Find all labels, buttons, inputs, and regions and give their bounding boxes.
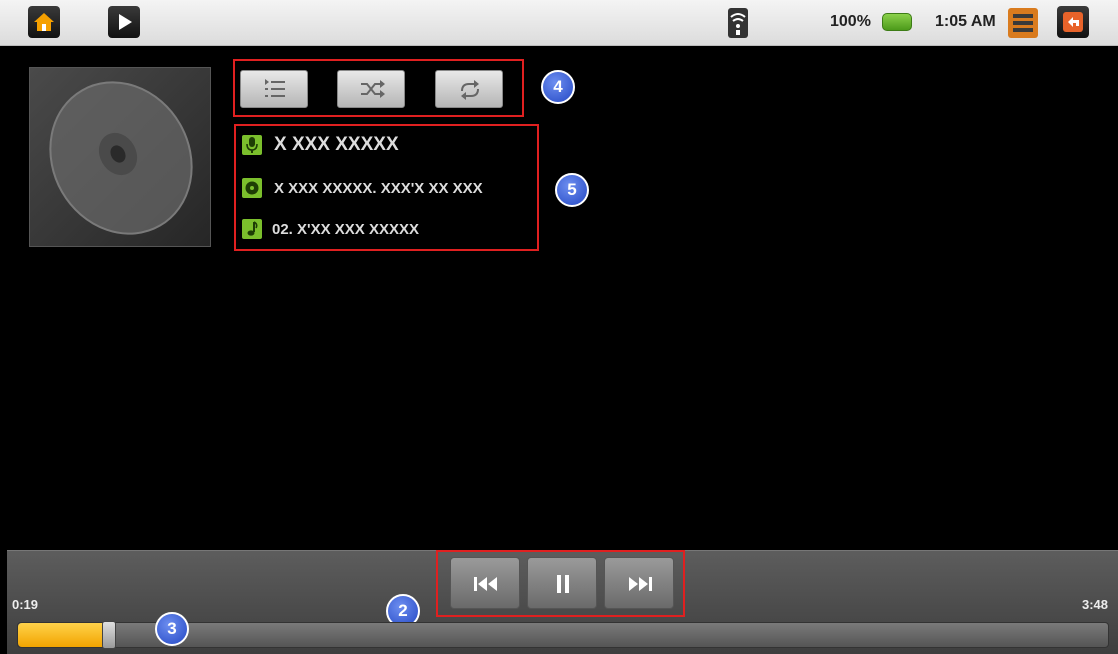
menu-icon[interactable] <box>1008 8 1038 38</box>
total-time: 3:48 <box>1081 597 1108 612</box>
album-art <box>29 67 211 247</box>
repeat-button[interactable] <box>435 70 503 108</box>
wifi-icon <box>728 8 748 38</box>
seek-progress-fill <box>18 623 109 647</box>
elapsed-time: 0:19 <box>12 597 39 612</box>
queue-list-icon <box>265 79 285 97</box>
home-icon[interactable] <box>28 6 60 38</box>
shuffle-icon <box>361 80 385 98</box>
pause-button[interactable] <box>527 557 597 609</box>
callout-3: 3 <box>155 612 189 646</box>
artist-name: X XXX XXXXX <box>274 134 399 155</box>
status-bar: 100% 1:05 AM <box>0 0 1118 46</box>
next-button[interactable] <box>604 557 674 609</box>
repeat-icon <box>461 80 479 100</box>
album-name: X XXX XXXXX. XXX'X XX XXX <box>274 180 483 197</box>
seek-thumb[interactable] <box>102 621 116 649</box>
shuffle-button[interactable] <box>337 70 405 108</box>
previous-icon <box>474 577 497 591</box>
callout-5: 5 <box>555 173 589 207</box>
callout-4: 4 <box>541 70 575 104</box>
previous-button[interactable] <box>450 557 520 609</box>
clock: 1:05 AM <box>935 13 996 30</box>
battery-percent: 100% <box>830 13 871 30</box>
next-icon <box>629 577 652 591</box>
play-icon[interactable] <box>108 6 140 38</box>
disc-icon <box>242 178 262 198</box>
pause-icon <box>557 575 569 593</box>
music-note-icon <box>242 219 262 239</box>
queue-button[interactable] <box>240 70 308 108</box>
back-icon[interactable] <box>1057 6 1089 38</box>
battery-icon <box>882 13 912 31</box>
track-title: 02. X'XX XXX XXXXX <box>272 221 419 238</box>
microphone-icon <box>242 135 262 155</box>
